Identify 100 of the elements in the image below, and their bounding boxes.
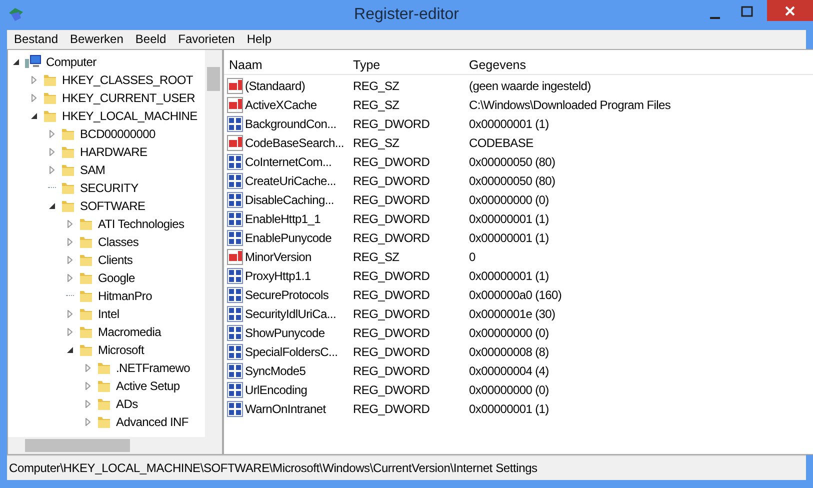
binary-value-icon	[227, 382, 243, 398]
tree-item[interactable]: ATI Technologies	[98, 215, 184, 233]
close-icon	[785, 6, 795, 16]
registry-app-icon	[7, 5, 25, 23]
value-type: REG_DWORD	[352, 344, 431, 360]
folder-icon	[78, 234, 94, 250]
binary-value-icon	[227, 192, 243, 208]
binary-value-icon	[227, 306, 243, 322]
folder-icon	[78, 252, 94, 268]
expand-arrow-icon[interactable]	[84, 364, 92, 372]
tree-item[interactable]: Active Setup	[116, 377, 180, 395]
folder-icon	[60, 126, 76, 142]
vertical-scrollbar[interactable]	[205, 50, 222, 437]
value-name[interactable]: EnablePunycode	[245, 228, 332, 246]
column-header[interactable]: Type	[348, 56, 464, 74]
value-type: REG_DWORD	[352, 116, 431, 132]
tree-item[interactable]: Microsoft	[98, 341, 144, 359]
expand-arrow-icon[interactable]	[48, 166, 56, 174]
menu-item[interactable]: Favorieten	[173, 30, 240, 48]
folder-icon	[78, 306, 94, 322]
expand-arrow-icon[interactable]	[48, 148, 56, 156]
binary-value-icon	[227, 230, 243, 246]
expand-arrow-icon[interactable]	[84, 382, 92, 390]
tree-item[interactable]: BCD00000000	[80, 125, 156, 143]
tree-item[interactable]: Computer	[46, 53, 96, 71]
menu-item[interactable]: Bewerken	[65, 30, 128, 48]
binary-value-icon	[227, 116, 243, 132]
value-name[interactable]: SecurityIdlUriCa...	[245, 304, 336, 322]
tree-item[interactable]: SECURITY	[80, 179, 138, 197]
collapse-arrow-icon[interactable]	[12, 58, 20, 66]
column-header[interactable]: Gegevens	[464, 56, 813, 74]
maximize-icon[interactable]	[741, 6, 753, 17]
folder-icon	[78, 270, 94, 286]
value-data: 0	[468, 248, 476, 266]
tree-item[interactable]: HKEY_LOCAL_MACHINE	[62, 107, 198, 125]
collapse-arrow-icon[interactable]	[48, 202, 56, 210]
tree-item[interactable]: SOFTWARE	[80, 197, 146, 215]
column-header[interactable]: Naam	[224, 56, 348, 74]
value-name[interactable]: WarnOnIntranet	[245, 400, 326, 418]
collapse-arrow-icon[interactable]	[66, 346, 74, 354]
value-name[interactable]: ActiveXCache	[245, 96, 317, 114]
value-data: 0x00000001 (1)	[468, 116, 549, 132]
folder-icon	[42, 108, 58, 124]
tree-item[interactable]: Macromedia	[98, 323, 162, 341]
expand-arrow-icon[interactable]	[66, 328, 74, 336]
tree-item[interactable]: HKEY_CLASSES_ROOT	[62, 71, 193, 89]
value-name[interactable]: CodeBaseSearch...	[245, 134, 344, 152]
value-name[interactable]: (Standaard)	[245, 76, 306, 94]
expand-arrow-icon[interactable]	[84, 400, 92, 408]
tree-item[interactable]: HARDWARE	[80, 143, 148, 161]
value-name[interactable]: CoInternetCom...	[245, 152, 332, 170]
tree-item[interactable]: .NETFramewo	[116, 359, 190, 377]
expand-arrow-icon[interactable]	[66, 310, 74, 318]
menu-item[interactable]: Beeld	[130, 30, 172, 48]
value-data: CODEBASE	[468, 134, 534, 152]
value-type: REG_DWORD	[352, 192, 431, 208]
expand-arrow-icon[interactable]	[30, 76, 38, 84]
expand-arrow-icon[interactable]	[66, 256, 74, 264]
tree-item[interactable]: HKEY_CURRENT_USER	[62, 89, 195, 107]
value-data: 0x00000008 (8)	[468, 344, 549, 360]
value-name[interactable]: DisableCaching...	[245, 190, 334, 208]
collapse-arrow-icon[interactable]	[30, 112, 38, 120]
expand-arrow-icon[interactable]	[30, 94, 38, 102]
value-name[interactable]: SyncMode5	[245, 362, 306, 380]
menu-item[interactable]: Help	[242, 30, 277, 48]
tree-item[interactable]: SAM	[80, 161, 106, 179]
value-name[interactable]: SecureProtocols	[245, 286, 329, 304]
close-button[interactable]	[767, 0, 813, 21]
tree-item[interactable]: Intel	[98, 305, 120, 323]
binary-value-icon	[227, 286, 243, 302]
tree-item[interactable]: Google	[98, 269, 135, 287]
expand-arrow-icon[interactable]	[66, 238, 74, 246]
value-name[interactable]: EnableHttp1_1	[245, 210, 320, 228]
tree-item[interactable]: Classes	[98, 233, 139, 251]
value-data: 0x00000001 (1)	[468, 268, 549, 284]
value-name[interactable]: ProxyHttp1.1	[245, 266, 311, 284]
value-name[interactable]: BackgroundCon...	[245, 114, 336, 132]
binary-value-icon	[227, 362, 243, 378]
value-name[interactable]: ShowPunycode	[245, 324, 325, 342]
expand-arrow-icon[interactable]	[84, 418, 92, 426]
folder-icon	[96, 414, 112, 430]
value-name[interactable]: SpecialFoldersC...	[245, 342, 338, 360]
tree-item[interactable]: Clients	[98, 251, 133, 269]
value-type: REG_DWORD	[352, 324, 431, 342]
menu-item[interactable]: Bestand	[9, 30, 64, 48]
value-name[interactable]: MinorVersion	[245, 248, 312, 266]
value-type: REG_SZ	[352, 134, 400, 152]
value-name[interactable]: CreateUriCache...	[245, 172, 336, 190]
value-name[interactable]: UrlEncoding	[245, 380, 308, 398]
tree-item[interactable]: ADs	[116, 395, 138, 413]
horizontal-scrollbar[interactable]	[8, 437, 222, 454]
expand-arrow-icon[interactable]	[48, 130, 56, 138]
value-type: REG_DWORD	[352, 382, 431, 398]
binary-value-icon	[227, 268, 243, 284]
expand-arrow-icon[interactable]	[66, 220, 74, 228]
tree-item[interactable]: HitmanPro	[98, 287, 152, 305]
folder-icon	[60, 198, 76, 214]
expand-arrow-icon[interactable]	[66, 274, 74, 282]
value-type: REG_DWORD	[352, 172, 431, 190]
tree-item[interactable]: Advanced INF	[116, 413, 188, 431]
